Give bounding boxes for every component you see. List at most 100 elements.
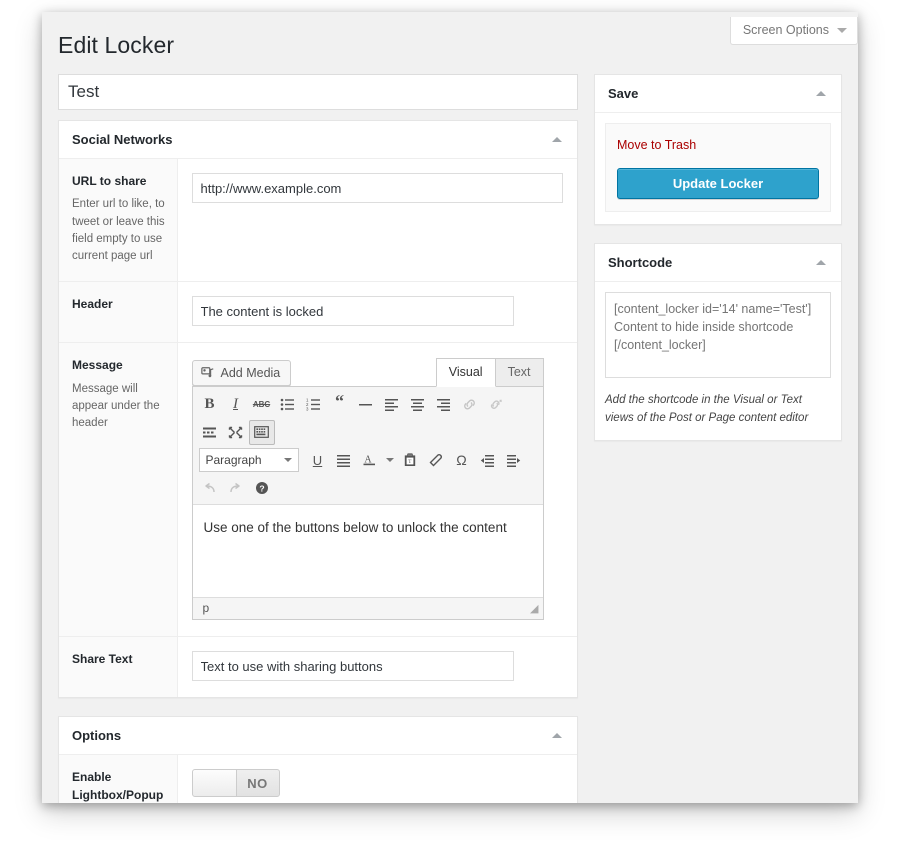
main-column: Social Networks URL to share Enter url t… — [58, 74, 578, 803]
chevron-down-icon — [837, 27, 847, 33]
options-form: Enable Lightbox/Popup locker Pro version… — [59, 755, 577, 803]
paste-as-text-icon[interactable]: T — [397, 448, 423, 473]
social-networks-form: URL to share Enter url to like, to tweet… — [59, 159, 577, 698]
chevron-up-icon[interactable] — [552, 733, 562, 739]
table-row-message: Message Message will appear under the he… — [59, 342, 577, 637]
screen-options-button[interactable]: Screen Options — [729, 17, 858, 45]
editor-view-tabs: Visual Text — [435, 357, 544, 388]
field-label: Share Text — [72, 652, 133, 667]
shortcode-hint: Add the shortcode in the Visual or Text … — [605, 394, 809, 424]
field-label: Enable Lightbox/Popup locker — [72, 770, 164, 802]
field-description: Enter url to like, to tweet or leave thi… — [72, 198, 165, 263]
text-color-icon[interactable]: A — [357, 448, 383, 473]
toolbar-row-3: Paragraph U A T Ω — [197, 446, 539, 474]
help-icon[interactable]: ? — [249, 476, 275, 501]
toggle-knob — [192, 770, 237, 797]
clear-formatting-icon[interactable] — [423, 448, 449, 473]
editor-toolbar: B I ABC 123 “ Paragraph U A T Ω ? — [192, 387, 543, 506]
add-media-button[interactable]: Add Media — [191, 360, 292, 387]
panel-shortcode: Shortcode Add the shortcode in the Visua… — [594, 243, 842, 441]
italic-icon[interactable]: I — [223, 392, 249, 417]
panel-title: Save — [608, 86, 639, 101]
share-text-input[interactable] — [191, 651, 514, 682]
format-select-value: Paragraph — [205, 453, 262, 468]
ordered-list-icon[interactable]: 123 — [301, 392, 327, 417]
undo-icon[interactable] — [197, 476, 223, 501]
field-label: Header — [72, 297, 113, 312]
update-locker-button[interactable]: Update Locker — [617, 168, 819, 199]
chevron-up-icon[interactable] — [816, 260, 826, 265]
horizontal-rule-icon[interactable] — [353, 392, 379, 417]
align-center-icon[interactable] — [405, 392, 431, 417]
sidebar-column: Save Move to Trash Update Locker Shortco… — [594, 74, 842, 441]
svg-text:T: T — [408, 460, 412, 466]
svg-text:3: 3 — [306, 406, 309, 410]
chevron-down-icon — [283, 458, 292, 463]
header-input[interactable] — [191, 296, 514, 327]
url-to-share-input[interactable] — [191, 173, 563, 203]
save-actions: Move to Trash Update Locker — [605, 123, 831, 212]
panel-save-header[interactable]: Save — [595, 75, 841, 113]
unlink-icon[interactable] — [483, 392, 509, 417]
unordered-list-icon[interactable] — [275, 392, 301, 417]
panel-title: Shortcode — [608, 255, 673, 270]
panel-shortcode-header[interactable]: Shortcode — [595, 244, 841, 282]
panel-options-header[interactable]: Options — [59, 717, 577, 756]
lightbox-toggle[interactable]: NO — [191, 769, 280, 798]
move-to-trash-link[interactable]: Move to Trash — [617, 138, 696, 152]
align-right-icon[interactable] — [431, 392, 457, 417]
link-icon[interactable] — [457, 392, 483, 417]
admin-page: Screen Options Edit Locker Social Networ… — [42, 12, 858, 803]
blockquote-icon[interactable]: “ — [327, 392, 353, 417]
resize-handle-icon[interactable]: ◢ — [530, 602, 539, 615]
panel-save: Save Move to Trash Update Locker — [594, 74, 842, 225]
strikethrough-icon[interactable]: ABC — [249, 392, 275, 417]
special-character-icon[interactable]: Ω — [449, 448, 475, 473]
toggle-state-label: NO — [247, 775, 268, 791]
svg-text:?: ? — [259, 484, 264, 494]
toolbar-row-2 — [197, 418, 539, 446]
shortcode-textarea[interactable] — [605, 292, 831, 378]
read-more-icon[interactable] — [197, 420, 223, 445]
underline-icon[interactable]: U — [305, 448, 331, 473]
editor-status-bar: p ◢ — [192, 597, 543, 620]
outdent-icon[interactable] — [475, 448, 501, 473]
toolbar-row-4: ? — [197, 474, 539, 502]
wp-editor: Add Media Visual Text B I ABC 1 2 3 “ Pa… — [191, 357, 544, 621]
toolbar-row-1: B I ABC 123 “ — [197, 390, 539, 418]
panel-title: Social Networks — [72, 132, 173, 147]
format-select[interactable]: Paragraph — [198, 448, 299, 473]
table-row-header: Header — [59, 281, 577, 343]
field-label: URL to share — [72, 174, 147, 188]
field-label: Message — [72, 358, 123, 373]
bold-icon[interactable]: B — [197, 392, 223, 417]
table-row-share-text: Share Text — [59, 636, 577, 698]
chevron-up-icon[interactable] — [816, 91, 826, 96]
field-description: Message will appear under the header — [72, 382, 160, 430]
editor-box: B I ABC 123 “ Paragraph U A T Ω ? Use on… — [191, 386, 544, 621]
tab-visual[interactable]: Visual — [435, 358, 496, 388]
toolbar-toggle-icon[interactable] — [248, 419, 275, 445]
fullscreen-icon[interactable] — [223, 420, 249, 445]
page-title: Edit Locker — [58, 32, 175, 58]
panel-options: Options Enable Lightbox/Popup locker Pro… — [58, 716, 578, 803]
redo-icon[interactable] — [223, 476, 249, 501]
editor-top-row: Add Media Visual Text — [191, 357, 544, 388]
screen-options-label: Screen Options — [742, 23, 829, 37]
panel-social-networks: Social Networks URL to share Enter url t… — [58, 120, 578, 699]
panel-social-networks-header[interactable]: Social Networks — [59, 121, 577, 159]
text-color-dropdown-icon[interactable] — [383, 448, 397, 473]
tab-text[interactable]: Text — [495, 358, 544, 388]
table-row-url: URL to share Enter url to like, to tweet… — [59, 159, 577, 282]
indent-icon[interactable] — [501, 448, 527, 473]
chevron-up-icon[interactable] — [552, 137, 562, 142]
panel-title: Options — [72, 728, 122, 744]
table-row-lightbox: Enable Lightbox/Popup locker Pro version… — [59, 755, 577, 803]
align-justify-icon[interactable] — [331, 448, 357, 473]
align-left-icon[interactable] — [379, 392, 405, 417]
locker-title-input[interactable] — [58, 74, 578, 110]
editor-content[interactable]: Use one of the buttons below to unlock t… — [192, 505, 543, 598]
media-icon — [200, 366, 215, 380]
editor-path: p — [202, 601, 210, 616]
add-media-label: Add Media — [220, 366, 281, 381]
